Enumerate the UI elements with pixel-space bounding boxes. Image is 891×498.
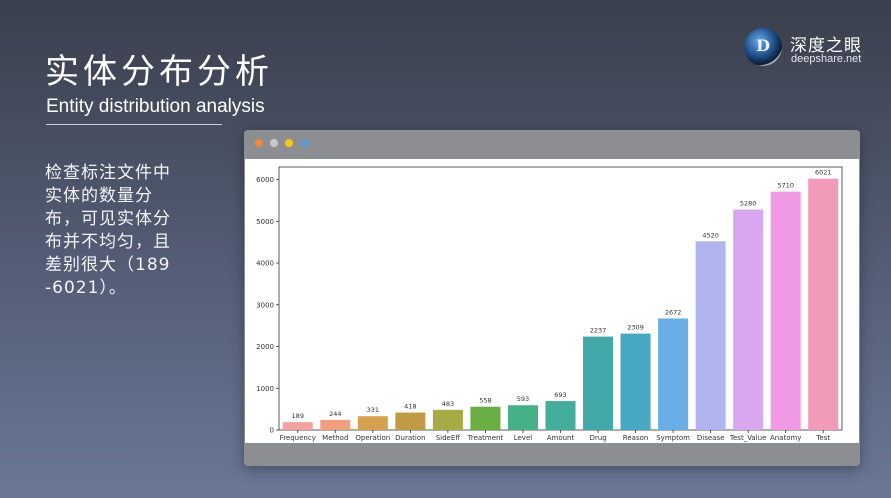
- x-tick-label: Operation: [355, 434, 390, 442]
- bar-value-label: 189: [292, 412, 304, 420]
- bar-anatomy: [770, 191, 801, 430]
- x-tick-label: Anatomy: [770, 434, 802, 442]
- y-tick-label: 3000: [256, 301, 274, 309]
- bar-value-label: 593: [517, 395, 529, 403]
- y-tick-label: 4000: [256, 260, 274, 268]
- y-tick-label: 2000: [256, 343, 274, 351]
- window-bottom-strip: [245, 443, 859, 465]
- x-tick-label: Duration: [395, 434, 425, 442]
- bar-value-label: 331: [367, 406, 379, 414]
- bar-test: [808, 178, 839, 430]
- bar-value-label: 244: [329, 410, 341, 418]
- window-dot-extra-icon[interactable]: [301, 139, 309, 147]
- y-tick-label: 0: [270, 427, 274, 435]
- bar-level: [507, 405, 538, 430]
- window-dot-close-icon[interactable]: [255, 139, 263, 147]
- bar-value-label: 693: [554, 391, 566, 399]
- bar-duration: [395, 412, 426, 430]
- bar-chart: 0 1000 2000 3000 4000 5000 6000 189 Frequency 244…: [256, 166, 843, 442]
- bar-value-label: 5710: [777, 182, 794, 190]
- bar-method: [320, 419, 351, 430]
- x-tick-label: Test: [815, 434, 830, 442]
- x-tick-label: Reason: [623, 434, 649, 442]
- bar-test_value: [733, 209, 764, 430]
- bar-value-label: 2672: [665, 308, 682, 316]
- bar-value-label: 6021: [815, 169, 832, 177]
- x-tick-label: Symptom: [656, 434, 690, 442]
- slide-subtitle: Entity distribution analysis: [46, 96, 265, 117]
- brand-logo-block: D 深度之眼 deepshare.net: [744, 28, 874, 68]
- x-tick-label: Frequency: [280, 434, 316, 442]
- bar-value-label: 2237: [590, 327, 607, 335]
- y-tick-label: 1000: [256, 385, 274, 393]
- y-tick-label: 6000: [256, 176, 274, 184]
- bar-value-label: 418: [404, 403, 416, 411]
- bar-frequency: [282, 422, 313, 430]
- bar-disease: [695, 241, 726, 430]
- bar-value-label: 558: [479, 397, 491, 405]
- x-tick-label: Drug: [589, 434, 606, 442]
- bar-value-label: 483: [442, 400, 454, 408]
- subtitle-underline: [46, 124, 222, 125]
- x-tick-label: SideEff: [436, 434, 461, 442]
- logo-letter: D: [756, 36, 770, 55]
- bar-amount: [545, 401, 576, 430]
- bar-treatment: [470, 406, 501, 430]
- x-tick-label: Level: [514, 434, 533, 442]
- slide-description: 检查标注文件中实体的数量分布，可见实体分布并不均匀，且差别很大（189-6021…: [45, 163, 171, 298]
- slide-title: 实体分布分析: [45, 52, 273, 92]
- window-dot-minimize-icon[interactable]: [270, 139, 278, 147]
- chart-area: 0 1000 2000 3000 4000 5000 6000 189 Frequency 244…: [245, 159, 859, 443]
- x-tick-label: Method: [322, 434, 348, 442]
- bar-drug: [583, 336, 614, 430]
- bar-value-label: 2309: [627, 324, 644, 332]
- window-dot-maximize-icon[interactable]: [285, 139, 293, 147]
- x-tick-label: Amount: [547, 434, 575, 442]
- eye-logo-icon: D: [744, 28, 782, 66]
- bar-operation: [357, 416, 388, 430]
- bar-value-label: 4520: [702, 231, 719, 239]
- brand-url: deepshare.net: [791, 53, 862, 65]
- bar-reason: [620, 333, 651, 430]
- x-tick-label: Test_Value: [729, 434, 767, 442]
- x-tick-label: Treatment: [467, 434, 504, 442]
- bar-sideeff: [432, 409, 463, 430]
- bar-value-label: 5280: [740, 200, 757, 208]
- bar-symptom: [658, 318, 689, 430]
- x-tick-label: Disease: [697, 434, 725, 442]
- y-tick-label: 5000: [256, 218, 274, 226]
